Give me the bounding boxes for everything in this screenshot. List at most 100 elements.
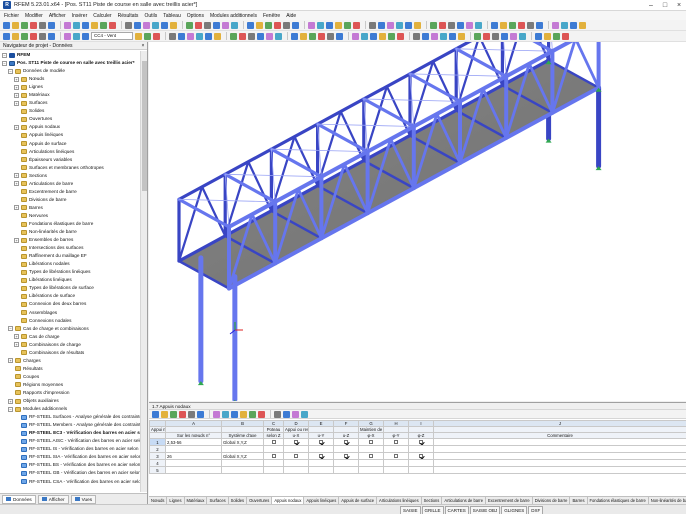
table-tab-0[interactable]: Nœuds: [149, 497, 168, 504]
top-cross-beam[interactable]: [269, 147, 323, 179]
uy-cell[interactable]: [308, 445, 334, 453]
collapse-icon[interactable]: −: [8, 326, 13, 332]
toolbar-button-icon[interactable]: [100, 21, 107, 29]
comment-cell[interactable]: [433, 452, 686, 460]
expand-icon[interactable]: +: [14, 124, 19, 130]
navigator-scrollbar[interactable]: [140, 51, 147, 492]
toolbar-button-icon[interactable]: [152, 410, 159, 418]
tree-item[interactable]: Assemblages: [0, 309, 140, 317]
tree-item[interactable]: Connexion des deux barres: [0, 300, 140, 308]
py-cell[interactable]: [383, 445, 409, 453]
checkbox-checked[interactable]: [319, 440, 323, 445]
load-case-select[interactable]: CC4 - Vent: [91, 32, 133, 40]
tree-item[interactable]: − Cas de charge et combinaisons: [0, 325, 140, 333]
toolbar-button-icon[interactable]: [125, 21, 132, 29]
tree-item[interactable]: + Sections: [0, 172, 140, 180]
tree-item[interactable]: RF-STEEL AISC - Vérification des barres …: [0, 437, 140, 445]
toolbar-button-icon[interactable]: [204, 21, 211, 29]
toolbar-button-icon[interactable]: [283, 410, 290, 418]
menu-item-0[interactable]: Fichier: [4, 13, 19, 19]
uz-cell[interactable]: [333, 445, 359, 453]
toolbar-button-icon[interactable]: [161, 410, 168, 418]
toolbar-button-icon[interactable]: [12, 21, 19, 29]
toolbar-button-icon[interactable]: [214, 32, 221, 40]
menu-item-3[interactable]: Insérer: [72, 13, 88, 19]
expand-icon[interactable]: +: [14, 84, 19, 90]
tree-item[interactable]: Excentrement de barre: [0, 188, 140, 196]
toolbar-button-icon[interactable]: [318, 32, 325, 40]
status-toggle-4[interactable]: GLIGNES: [501, 506, 528, 514]
col-cell[interactable]: [263, 445, 284, 453]
toolbar-button-icon[interactable]: [153, 32, 160, 40]
row-number[interactable]: 1: [149, 438, 166, 446]
tree-item[interactable]: Résultats: [0, 365, 140, 373]
table-tab-4[interactable]: Solides: [229, 497, 248, 504]
toolbar-button-icon[interactable]: [509, 21, 516, 29]
toolbar-button-icon[interactable]: [344, 21, 351, 29]
ux-cell[interactable]: [283, 445, 309, 453]
expand-icon[interactable]: +: [14, 237, 19, 243]
diagonal-member[interactable]: [200, 185, 227, 238]
toolbar-button-icon[interactable]: [553, 32, 560, 40]
toolbar-button-icon[interactable]: [91, 21, 98, 29]
toolbar-button-icon[interactable]: [222, 410, 229, 418]
toolbar-button-icon[interactable]: [178, 32, 185, 40]
toolbar-button-icon[interactable]: [247, 21, 254, 29]
expand-icon[interactable]: +: [14, 100, 19, 106]
toolbar-button-icon[interactable]: [170, 21, 177, 29]
pz-cell[interactable]: [408, 466, 434, 474]
checkbox-unchecked[interactable]: [369, 440, 373, 445]
tree-item[interactable]: Divisions de barre: [0, 196, 140, 204]
ux-cell[interactable]: [283, 438, 309, 446]
toolbar-button-icon[interactable]: [300, 32, 307, 40]
toolbar-button-icon[interactable]: [109, 21, 116, 29]
top-cross-beam[interactable]: [316, 122, 370, 154]
expand-icon[interactable]: +: [14, 76, 19, 82]
tree-item[interactable]: Épaisseurs variables: [0, 156, 140, 164]
collapse-icon[interactable]: −: [8, 406, 13, 412]
status-toggle-3[interactable]: SAISIE OBJ: [469, 506, 501, 514]
tree-item[interactable]: + Cas de charge: [0, 333, 140, 341]
close-navigator-icon[interactable]: ×: [139, 43, 147, 49]
toolbar-button-icon[interactable]: [466, 21, 473, 29]
toolbar-button-icon[interactable]: [326, 21, 333, 29]
py-cell[interactable]: [383, 466, 409, 474]
toolbar-button-icon[interactable]: [308, 21, 315, 29]
checkbox-unchecked[interactable]: [294, 454, 298, 459]
tree-item[interactable]: RF-STEEL Surfaces - Analyse générale des…: [0, 413, 140, 421]
checkbox-unchecked[interactable]: [271, 440, 276, 445]
tree-item[interactable]: + Objets auxiliaires: [0, 397, 140, 405]
py-cell[interactable]: [383, 452, 409, 460]
toolbar-button-icon[interactable]: [144, 32, 151, 40]
expand-icon[interactable]: +: [8, 358, 13, 364]
toolbar-button-icon[interactable]: [562, 32, 569, 40]
px-cell[interactable]: [358, 466, 384, 474]
expand-icon[interactable]: +: [14, 334, 19, 340]
toolbar-button-icon[interactable]: [388, 32, 395, 40]
toolbar-button-icon[interactable]: [414, 21, 421, 29]
tree-item[interactable]: Coupes: [0, 373, 140, 381]
toolbar-button-icon[interactable]: [501, 32, 508, 40]
tree-item[interactable]: RF-STEEL Members - Analyse générale des …: [0, 421, 140, 429]
tree-item[interactable]: Articulations linéiques: [0, 148, 140, 156]
checkbox-unchecked[interactable]: [369, 454, 373, 459]
toolbar-button-icon[interactable]: [152, 21, 159, 29]
table-tab-12[interactable]: Excentrement de barre: [486, 497, 533, 504]
uz-cell[interactable]: [333, 452, 359, 460]
tree-item[interactable]: + Matériaux: [0, 91, 140, 99]
table-row[interactable]: 3 26 Global X,Y,Z: [149, 452, 686, 460]
tree-item[interactable]: + Articulations de barre: [0, 180, 140, 188]
axis-system-cell[interactable]: Global X,Y,Z: [221, 452, 264, 460]
toolbar-button-icon[interactable]: [179, 410, 186, 418]
table-tab-1[interactable]: Lignes: [167, 497, 185, 504]
toolbar-button-icon[interactable]: [510, 32, 517, 40]
nodes-cell[interactable]: 2,53-56: [165, 438, 222, 446]
toolbar-button-icon[interactable]: [544, 32, 551, 40]
nodes-cell[interactable]: [165, 445, 222, 453]
tree-item[interactable]: Appuis linéiques: [0, 131, 140, 139]
ux-cell[interactable]: [283, 466, 309, 474]
nodes-cell[interactable]: [165, 466, 222, 474]
uy-cell[interactable]: [308, 459, 334, 467]
toolbar-button-icon[interactable]: [274, 410, 281, 418]
toolbar-button-icon[interactable]: [379, 32, 386, 40]
